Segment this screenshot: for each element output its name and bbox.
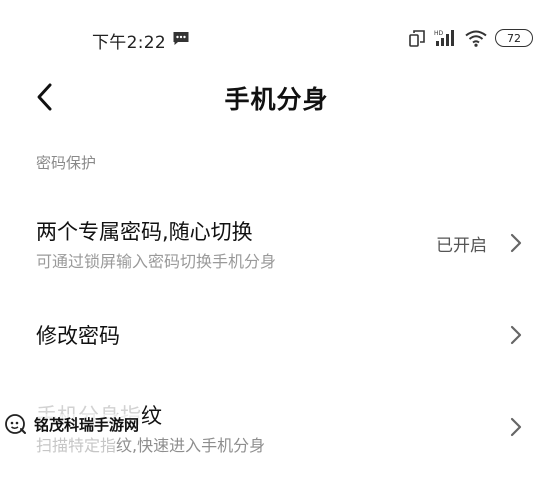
page-title: 手机分身	[224, 85, 329, 114]
row-subtitle-obscured: 扫描特定指	[36, 436, 117, 455]
setting-row-change-password[interactable]: 修改密码	[0, 316, 553, 356]
section-label: 密码保护	[36, 154, 97, 172]
row-title: 两个专属密码,随心切换	[36, 220, 253, 244]
status-icons: HD 72	[409, 29, 533, 47]
row-title: 修改密码	[36, 324, 120, 348]
status-value: 已开启	[436, 236, 487, 256]
watermark-logo-icon	[5, 414, 26, 434]
navigation-header: 手机分身	[0, 74, 553, 120]
dual-sim-icon	[409, 29, 425, 47]
watermark: 铭茂科瑞手游网	[4, 412, 142, 436]
row-subtitle-tail: 纹,快速进入手机分身	[116, 436, 266, 455]
watermark-text: 铭茂科瑞手游网	[32, 413, 142, 435]
battery-indicator: 72	[495, 29, 533, 47]
battery-level: 72	[507, 31, 521, 45]
setting-row-dual-passwords[interactable]: 两个专属密码,随心切换 可通过锁屏输入密码切换手机分身 已开启	[0, 210, 553, 280]
network-badge: HD	[434, 30, 444, 37]
signal-strength-icon: HD	[434, 30, 454, 46]
phone-screen: 下午2:22 HD 72 手机分身 密码保护 两个专属密码,随心切换 可通过锁屏…	[0, 0, 553, 500]
row-subtitle: 可通过锁屏输入密码切换手机分身	[36, 252, 277, 271]
message-icon	[173, 32, 189, 45]
chevron-right-icon	[510, 233, 522, 253]
wifi-icon	[465, 30, 487, 47]
row-title-tail: 纹	[141, 404, 162, 428]
status-bar: 下午2:22 HD 72	[0, 26, 553, 54]
chevron-right-icon	[510, 417, 522, 437]
chevron-right-icon	[510, 325, 522, 345]
status-time: 下午2:22	[92, 33, 166, 53]
